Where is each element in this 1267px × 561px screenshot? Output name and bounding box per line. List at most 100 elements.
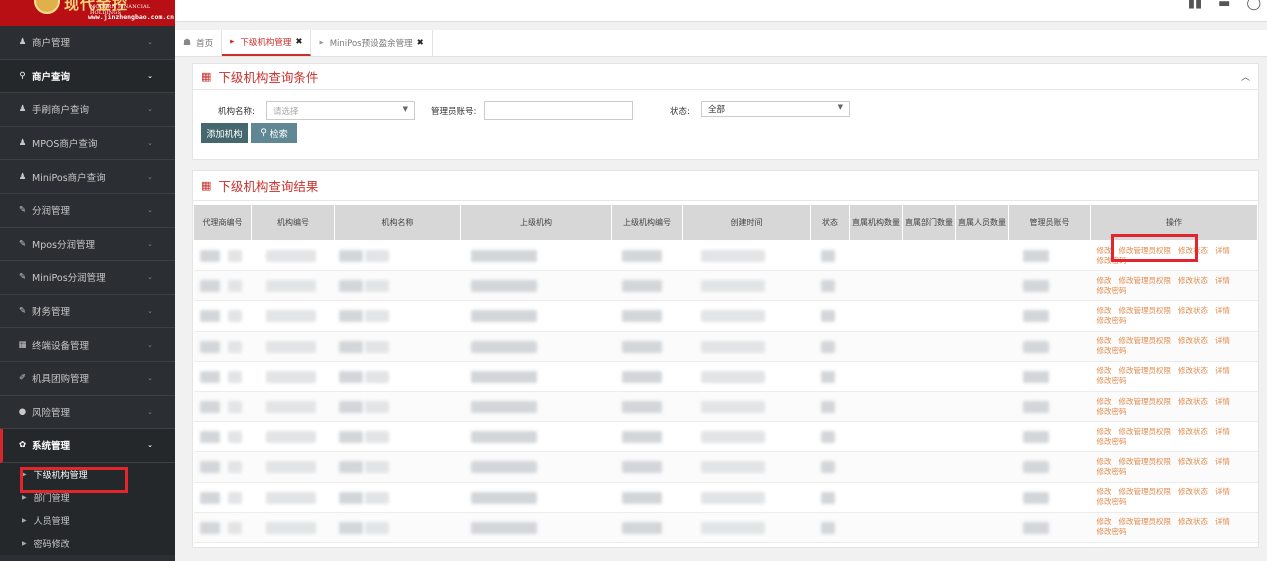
edit-status-link[interactable]: 修改状态: [1178, 336, 1208, 345]
sidebar-subitem[interactable]: ▶ 下级机构管理: [0, 463, 175, 486]
sidebar-subitem-label: 下级机构管理: [33, 470, 88, 481]
status-select[interactable]: 全部 ▼: [701, 101, 850, 117]
sidebar-item[interactable]: ✎ Mpos分润管理 ⌄: [0, 228, 175, 262]
admin-account-input[interactable]: [484, 101, 633, 120]
grid-icon[interactable]: ▮▮: [1188, 0, 1202, 11]
search-button[interactable]: ⚲ 检索: [251, 123, 297, 143]
detail-link[interactable]: 详情: [1215, 366, 1230, 375]
sidebar-item[interactable]: ▦ 终端设备管理 ⌄: [0, 328, 175, 362]
tab-sub-org-management[interactable]: ▶ 下级机构管理 ✖: [222, 30, 312, 56]
sidebar-item[interactable]: ● 风险管理 ⌄: [0, 396, 175, 430]
edit-admin-permission-link[interactable]: 修改管理员权限: [1119, 517, 1172, 526]
change-password-link[interactable]: 修改密码: [1097, 437, 1127, 446]
tab-home[interactable]: ☗ 首页: [175, 30, 223, 56]
detail-link[interactable]: 详情: [1215, 427, 1230, 436]
change-password-link[interactable]: 修改密码: [1097, 407, 1127, 416]
table-cell: [334, 270, 461, 302]
sidebar-subitem[interactable]: ▶ 密码修改: [0, 532, 175, 555]
edit-link[interactable]: 修改: [1097, 276, 1112, 285]
change-password-link[interactable]: 修改密码: [1097, 467, 1127, 476]
detail-link[interactable]: 详情: [1215, 457, 1230, 466]
table-cell: [902, 331, 956, 362]
table-cell: [460, 512, 612, 543]
change-password-link[interactable]: 修改密码: [1097, 497, 1127, 506]
edit-status-link[interactable]: 修改状态: [1178, 487, 1208, 496]
edit-admin-permission-link[interactable]: 修改管理员权限: [1119, 366, 1172, 375]
table-cell: 修改 修改管理员权限 修改状态 详情修改密码: [1090, 482, 1258, 513]
edit-status-link[interactable]: 修改状态: [1178, 306, 1208, 315]
table-cell: 修改 修改管理员权限 修改状态 详情修改密码: [1090, 270, 1258, 302]
chevron-down-icon: ⌄: [147, 239, 153, 248]
edit-status-link[interactable]: 修改状态: [1178, 246, 1208, 255]
edit-status-link[interactable]: 修改状态: [1178, 276, 1208, 285]
redacted-value: [364, 280, 389, 293]
sidebar-item[interactable]: ♟ MPOS商户查询 ⌄: [0, 127, 175, 161]
edit-admin-permission-link[interactable]: 修改管理员权限: [1119, 457, 1172, 466]
edit-link[interactable]: 修改: [1097, 427, 1112, 436]
user-icon[interactable]: ▬: [1218, 0, 1230, 11]
edit-status-link[interactable]: 修改状态: [1178, 427, 1208, 436]
edit-link[interactable]: 修改: [1097, 457, 1112, 466]
table-cell: [611, 391, 683, 423]
detail-link[interactable]: 详情: [1215, 487, 1230, 496]
edit-admin-permission-link[interactable]: 修改管理员权限: [1119, 487, 1172, 496]
redacted-value: [700, 461, 765, 474]
sidebar-item[interactable]: ♟ 商户管理 ⌄: [0, 26, 175, 60]
edit-link[interactable]: 修改: [1097, 336, 1112, 345]
edit-link[interactable]: 修改: [1097, 517, 1112, 526]
sidebar-item[interactable]: ✐ 机具团购管理 ⌄: [0, 362, 175, 396]
brand-logo[interactable]: 现代金控 MODERN FINANCIAL HOLDINGS www.jinzh…: [0, 0, 175, 26]
edit-admin-permission-link[interactable]: 修改管理员权限: [1119, 397, 1172, 406]
edit-link[interactable]: 修改: [1097, 366, 1112, 375]
add-org-button[interactable]: 添加机构: [201, 123, 248, 143]
edit-link[interactable]: 修改: [1097, 306, 1112, 315]
detail-link[interactable]: 详情: [1215, 517, 1230, 526]
edit-admin-permission-link[interactable]: 修改管理员权限: [1119, 306, 1172, 315]
row-actions: 修改 修改管理员权限 修改状态 详情修改密码: [1091, 246, 1258, 266]
close-icon[interactable]: ✖: [417, 38, 424, 48]
chevron-up-icon[interactable]: ︿: [1241, 70, 1250, 83]
edit-link[interactable]: 修改: [1097, 487, 1112, 496]
sidebar-item[interactable]: ✎ 分润管理 ⌄: [0, 194, 175, 228]
sidebar-item[interactable]: ♟ 手刷商户查询 ⌄: [0, 93, 175, 127]
change-password-link[interactable]: 修改密码: [1097, 376, 1127, 385]
sidebar-item[interactable]: ✎ MiniPos分润管理 ⌄: [0, 261, 175, 295]
change-password-link[interactable]: 修改密码: [1097, 527, 1127, 536]
edit-admin-permission-link[interactable]: 修改管理员权限: [1119, 246, 1172, 255]
edit-status-link[interactable]: 修改状态: [1178, 366, 1208, 375]
detail-link[interactable]: 详情: [1215, 306, 1230, 315]
change-password-link[interactable]: 修改密码: [1097, 256, 1127, 265]
status-value: 全部: [708, 105, 726, 115]
sidebar-item[interactable]: ✿ 系统管理 ⌄: [0, 429, 175, 463]
detail-link[interactable]: 详情: [1215, 336, 1230, 345]
sidebar-item[interactable]: ✎ 财务管理 ⌄: [0, 295, 175, 329]
edit-status-link[interactable]: 修改状态: [1178, 457, 1208, 466]
redacted-value: [199, 491, 220, 504]
edit-link[interactable]: 修改: [1097, 397, 1112, 406]
change-password-link[interactable]: 修改密码: [1097, 316, 1127, 325]
tab-minipos-preset[interactable]: ▶ MiniPos预设盈余管理 ✖: [311, 30, 433, 56]
org-name-select[interactable]: 请选择 ▼: [266, 101, 415, 120]
edit-link[interactable]: 修改: [1097, 246, 1112, 255]
sidebar-item-label: 机具团购管理: [32, 374, 90, 386]
power-icon[interactable]: ◯: [1246, 0, 1261, 11]
sidebar-item[interactable]: ♟ MiniPos商户查询 ⌄: [0, 160, 175, 194]
change-password-link[interactable]: 修改密码: [1097, 286, 1127, 295]
sidebar-item[interactable]: ⚲ 商户查询 ⌄: [0, 59, 175, 94]
caret-right-icon: ▶: [22, 516, 27, 524]
edit-admin-permission-link[interactable]: 修改管理员权限: [1119, 336, 1172, 345]
edit-status-link[interactable]: 修改状态: [1178, 517, 1208, 526]
sidebar-subitem[interactable]: ▶ 人员管理: [0, 509, 175, 532]
edit-admin-permission-link[interactable]: 修改管理员权限: [1119, 276, 1172, 285]
sidebar-subitem[interactable]: ▶ 部门管理: [0, 486, 175, 509]
detail-link[interactable]: 详情: [1215, 276, 1230, 285]
detail-link[interactable]: 详情: [1215, 397, 1230, 406]
edit-status-link[interactable]: 修改状态: [1178, 397, 1208, 406]
sidebar-menu: ♟ 商户管理 ⌄ ⚲ 商户查询 ⌄ ♟ 手刷商户查询 ⌄ ♟ MPOS商户查询 ⌄ ♟ MiniPos商户…: [0, 26, 175, 555]
change-password-link[interactable]: 修改密码: [1097, 346, 1127, 355]
tab-label: MiniPos预设盈余管理: [329, 39, 413, 49]
sidebar-item-label: MiniPos分润管理: [32, 273, 106, 285]
detail-link[interactable]: 详情: [1215, 246, 1230, 255]
close-icon[interactable]: ✖: [295, 37, 302, 47]
edit-admin-permission-link[interactable]: 修改管理员权限: [1119, 427, 1172, 436]
